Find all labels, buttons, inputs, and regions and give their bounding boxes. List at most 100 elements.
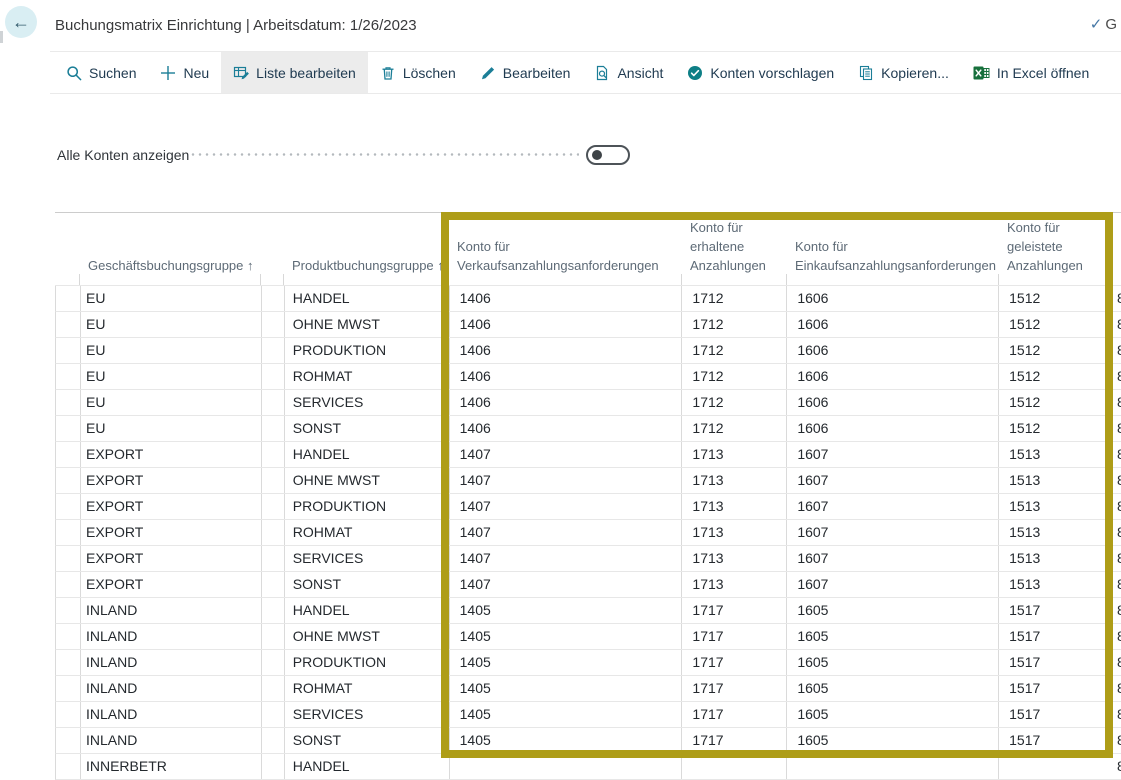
toolbar-button-kopieren[interactable]: Kopieren...: [846, 52, 961, 93]
cell-konto-geleistete-anzahlungen[interactable]: 1512: [999, 364, 1121, 389]
cell-produktbuchungsgruppe[interactable]: ROHMAT: [285, 364, 450, 389]
cell-konto-verkaufsanzahlungsanforderungen[interactable]: 1405: [450, 598, 683, 623]
cell-konto-verkaufsanzahlungsanforderungen[interactable]: 1405: [450, 624, 683, 649]
cell-konto-verkaufsanzahlungsanforderungen[interactable]: 1406: [450, 286, 683, 311]
cell-konto-geleistete-anzahlungen[interactable]: 1517: [999, 624, 1121, 649]
cell-konto-erhaltene-anzahlungen[interactable]: 1717: [682, 650, 787, 675]
cell-konto-erhaltene-anzahlungen[interactable]: 1717: [682, 702, 787, 727]
cell-geschaeftsbuchungsgruppe[interactable]: EXPORT: [81, 520, 262, 545]
cell-konto-geleistete-anzahlungen[interactable]: 1512: [999, 312, 1121, 337]
cell-geschaeftsbuchungsgruppe[interactable]: EU: [81, 312, 262, 337]
cell-konto-einkaufsanzahlungsanforderungen[interactable]: 1606: [787, 286, 999, 311]
cell-konto-geleistete-anzahlungen[interactable]: 1513: [999, 494, 1121, 519]
cell-konto-einkaufsanzahlungsanforderungen[interactable]: 1607: [787, 572, 999, 597]
cell-konto-einkaufsanzahlungsanforderungen[interactable]: 1606: [787, 364, 999, 389]
cell-konto-verkaufsanzahlungsanforderungen[interactable]: 1407: [450, 442, 683, 467]
column-header-produktbuchungsgruppe[interactable]: Produktbuchungsgruppe ↑: [284, 213, 449, 285]
cell-geschaeftsbuchungsgruppe[interactable]: INLAND: [81, 598, 262, 623]
cell-konto-verkaufsanzahlungsanforderungen[interactable]: 1407: [450, 546, 683, 571]
cell-konto-verkaufsanzahlungsanforderungen[interactable]: 1405: [450, 728, 683, 753]
cell-konto-erhaltene-anzahlungen[interactable]: 1713: [682, 468, 787, 493]
cell-produktbuchungsgruppe[interactable]: SERVICES: [285, 546, 450, 571]
cell-produktbuchungsgruppe[interactable]: SONST: [285, 572, 450, 597]
cell-konto-einkaufsanzahlungsanforderungen[interactable]: 1607: [787, 546, 999, 571]
cell-geschaeftsbuchungsgruppe[interactable]: EXPORT: [81, 572, 262, 597]
column-header-konto-einkaufsanzahlungsanforderungen[interactable]: Konto für Einkaufsanzahlungsanforderunge…: [787, 213, 999, 285]
cell-konto-erhaltene-anzahlungen[interactable]: 1713: [682, 572, 787, 597]
cell-konto-einkaufsanzahlungsanforderungen[interactable]: 1605: [787, 650, 999, 675]
cell-geschaeftsbuchungsgruppe[interactable]: INLAND: [81, 676, 262, 701]
column-header-konto-geleistete-anzahlungen[interactable]: Konto für geleistete Anzahlungen: [999, 213, 1121, 285]
cell-produktbuchungsgruppe[interactable]: HANDEL: [285, 442, 450, 467]
cell-konto-erhaltene-anzahlungen[interactable]: 1713: [682, 520, 787, 545]
cell-konto-geleistete-anzahlungen[interactable]: 1517: [999, 650, 1121, 675]
toolbar-button-bearbeiten[interactable]: Bearbeiten: [468, 52, 583, 93]
cell-konto-einkaufsanzahlungsanforderungen[interactable]: 1606: [787, 312, 999, 337]
cell-konto-einkaufsanzahlungsanforderungen[interactable]: 1606: [787, 416, 999, 441]
cell-produktbuchungsgruppe[interactable]: SERVICES: [285, 702, 450, 727]
cell-konto-verkaufsanzahlungsanforderungen[interactable]: 1407: [450, 572, 683, 597]
cell-konto-geleistete-anzahlungen[interactable]: 1512: [999, 338, 1121, 363]
cell-konto-geleistete-anzahlungen[interactable]: 1517: [999, 676, 1121, 701]
cell-konto-erhaltene-anzahlungen[interactable]: 1713: [682, 442, 787, 467]
cell-konto-einkaufsanzahlungsanforderungen[interactable]: [787, 754, 999, 779]
cell-konto-erhaltene-anzahlungen[interactable]: 1712: [682, 312, 787, 337]
toolbar-button-loeschen[interactable]: Löschen: [368, 52, 468, 93]
cell-konto-erhaltene-anzahlungen[interactable]: 1717: [682, 598, 787, 623]
toolbar-button-liste-bearbeiten[interactable]: Liste bearbeiten: [221, 52, 368, 93]
cell-konto-einkaufsanzahlungsanforderungen[interactable]: 1607: [787, 468, 999, 493]
cell-konto-erhaltene-anzahlungen[interactable]: 1712: [682, 338, 787, 363]
cell-konto-verkaufsanzahlungsanforderungen[interactable]: 1406: [450, 390, 683, 415]
cell-konto-geleistete-anzahlungen[interactable]: 1513: [999, 520, 1121, 545]
cell-produktbuchungsgruppe[interactable]: OHNE MWST: [285, 624, 450, 649]
cell-konto-erhaltene-anzahlungen[interactable]: 1713: [682, 546, 787, 571]
cell-konto-geleistete-anzahlungen[interactable]: 1513: [999, 468, 1121, 493]
cell-konto-einkaufsanzahlungsanforderungen[interactable]: 1606: [787, 338, 999, 363]
cell-geschaeftsbuchungsgruppe[interactable]: EXPORT: [81, 468, 262, 493]
cell-konto-geleistete-anzahlungen[interactable]: [999, 754, 1121, 779]
cell-geschaeftsbuchungsgruppe[interactable]: EXPORT: [81, 494, 262, 519]
cell-konto-geleistete-anzahlungen[interactable]: 1512: [999, 390, 1121, 415]
cell-konto-verkaufsanzahlungsanforderungen[interactable]: 1406: [450, 364, 683, 389]
back-button[interactable]: ←: [5, 6, 37, 38]
cell-geschaeftsbuchungsgruppe[interactable]: EU: [81, 416, 262, 441]
cell-produktbuchungsgruppe[interactable]: ROHMAT: [285, 520, 450, 545]
cell-produktbuchungsgruppe[interactable]: PRODUKTION: [285, 650, 450, 675]
toolbar-button-konten-vorschlagen[interactable]: Konten vorschlagen: [675, 52, 846, 93]
cell-konto-verkaufsanzahlungsanforderungen[interactable]: 1405: [450, 702, 683, 727]
cell-geschaeftsbuchungsgruppe[interactable]: EU: [81, 364, 262, 389]
cell-konto-geleistete-anzahlungen[interactable]: 1513: [999, 572, 1121, 597]
toolbar-button-ansicht[interactable]: Ansicht: [582, 52, 675, 93]
cell-produktbuchungsgruppe[interactable]: PRODUKTION: [285, 494, 450, 519]
cell-konto-einkaufsanzahlungsanforderungen[interactable]: 1607: [787, 442, 999, 467]
cell-konto-erhaltene-anzahlungen[interactable]: 1712: [682, 286, 787, 311]
cell-produktbuchungsgruppe[interactable]: SERVICES: [285, 390, 450, 415]
cell-konto-geleistete-anzahlungen[interactable]: 1513: [999, 546, 1121, 571]
cell-geschaeftsbuchungsgruppe[interactable]: EU: [81, 390, 262, 415]
cell-konto-erhaltene-anzahlungen[interactable]: 1717: [682, 624, 787, 649]
cell-produktbuchungsgruppe[interactable]: OHNE MWST: [285, 312, 450, 337]
cell-konto-erhaltene-anzahlungen[interactable]: 1717: [682, 728, 787, 753]
cell-konto-einkaufsanzahlungsanforderungen[interactable]: 1605: [787, 624, 999, 649]
cell-konto-einkaufsanzahlungsanforderungen[interactable]: 1606: [787, 390, 999, 415]
cell-produktbuchungsgruppe[interactable]: SONST: [285, 728, 450, 753]
cell-konto-erhaltene-anzahlungen[interactable]: 1717: [682, 676, 787, 701]
cell-geschaeftsbuchungsgruppe[interactable]: EU: [81, 338, 262, 363]
cell-konto-geleistete-anzahlungen[interactable]: 1517: [999, 728, 1121, 753]
cell-konto-geleistete-anzahlungen[interactable]: 1513: [999, 442, 1121, 467]
cell-produktbuchungsgruppe[interactable]: HANDEL: [285, 598, 450, 623]
cell-geschaeftsbuchungsgruppe[interactable]: EXPORT: [81, 442, 262, 467]
cell-konto-verkaufsanzahlungsanforderungen[interactable]: 1406: [450, 416, 683, 441]
cell-konto-geleistete-anzahlungen[interactable]: 1517: [999, 598, 1121, 623]
cell-konto-geleistete-anzahlungen[interactable]: 1512: [999, 416, 1121, 441]
cell-konto-verkaufsanzahlungsanforderungen[interactable]: 1407: [450, 494, 683, 519]
toolbar-button-suchen[interactable]: Suchen: [54, 52, 148, 93]
cell-geschaeftsbuchungsgruppe[interactable]: EXPORT: [81, 546, 262, 571]
cell-konto-erhaltene-anzahlungen[interactable]: 1712: [682, 416, 787, 441]
cell-konto-einkaufsanzahlungsanforderungen[interactable]: 1605: [787, 676, 999, 701]
toolbar-button-neu[interactable]: Neu: [148, 52, 221, 93]
cell-konto-verkaufsanzahlungsanforderungen[interactable]: 1406: [450, 312, 683, 337]
cell-produktbuchungsgruppe[interactable]: PRODUKTION: [285, 338, 450, 363]
cell-konto-einkaufsanzahlungsanforderungen[interactable]: 1605: [787, 728, 999, 753]
cell-konto-verkaufsanzahlungsanforderungen[interactable]: [450, 754, 683, 779]
